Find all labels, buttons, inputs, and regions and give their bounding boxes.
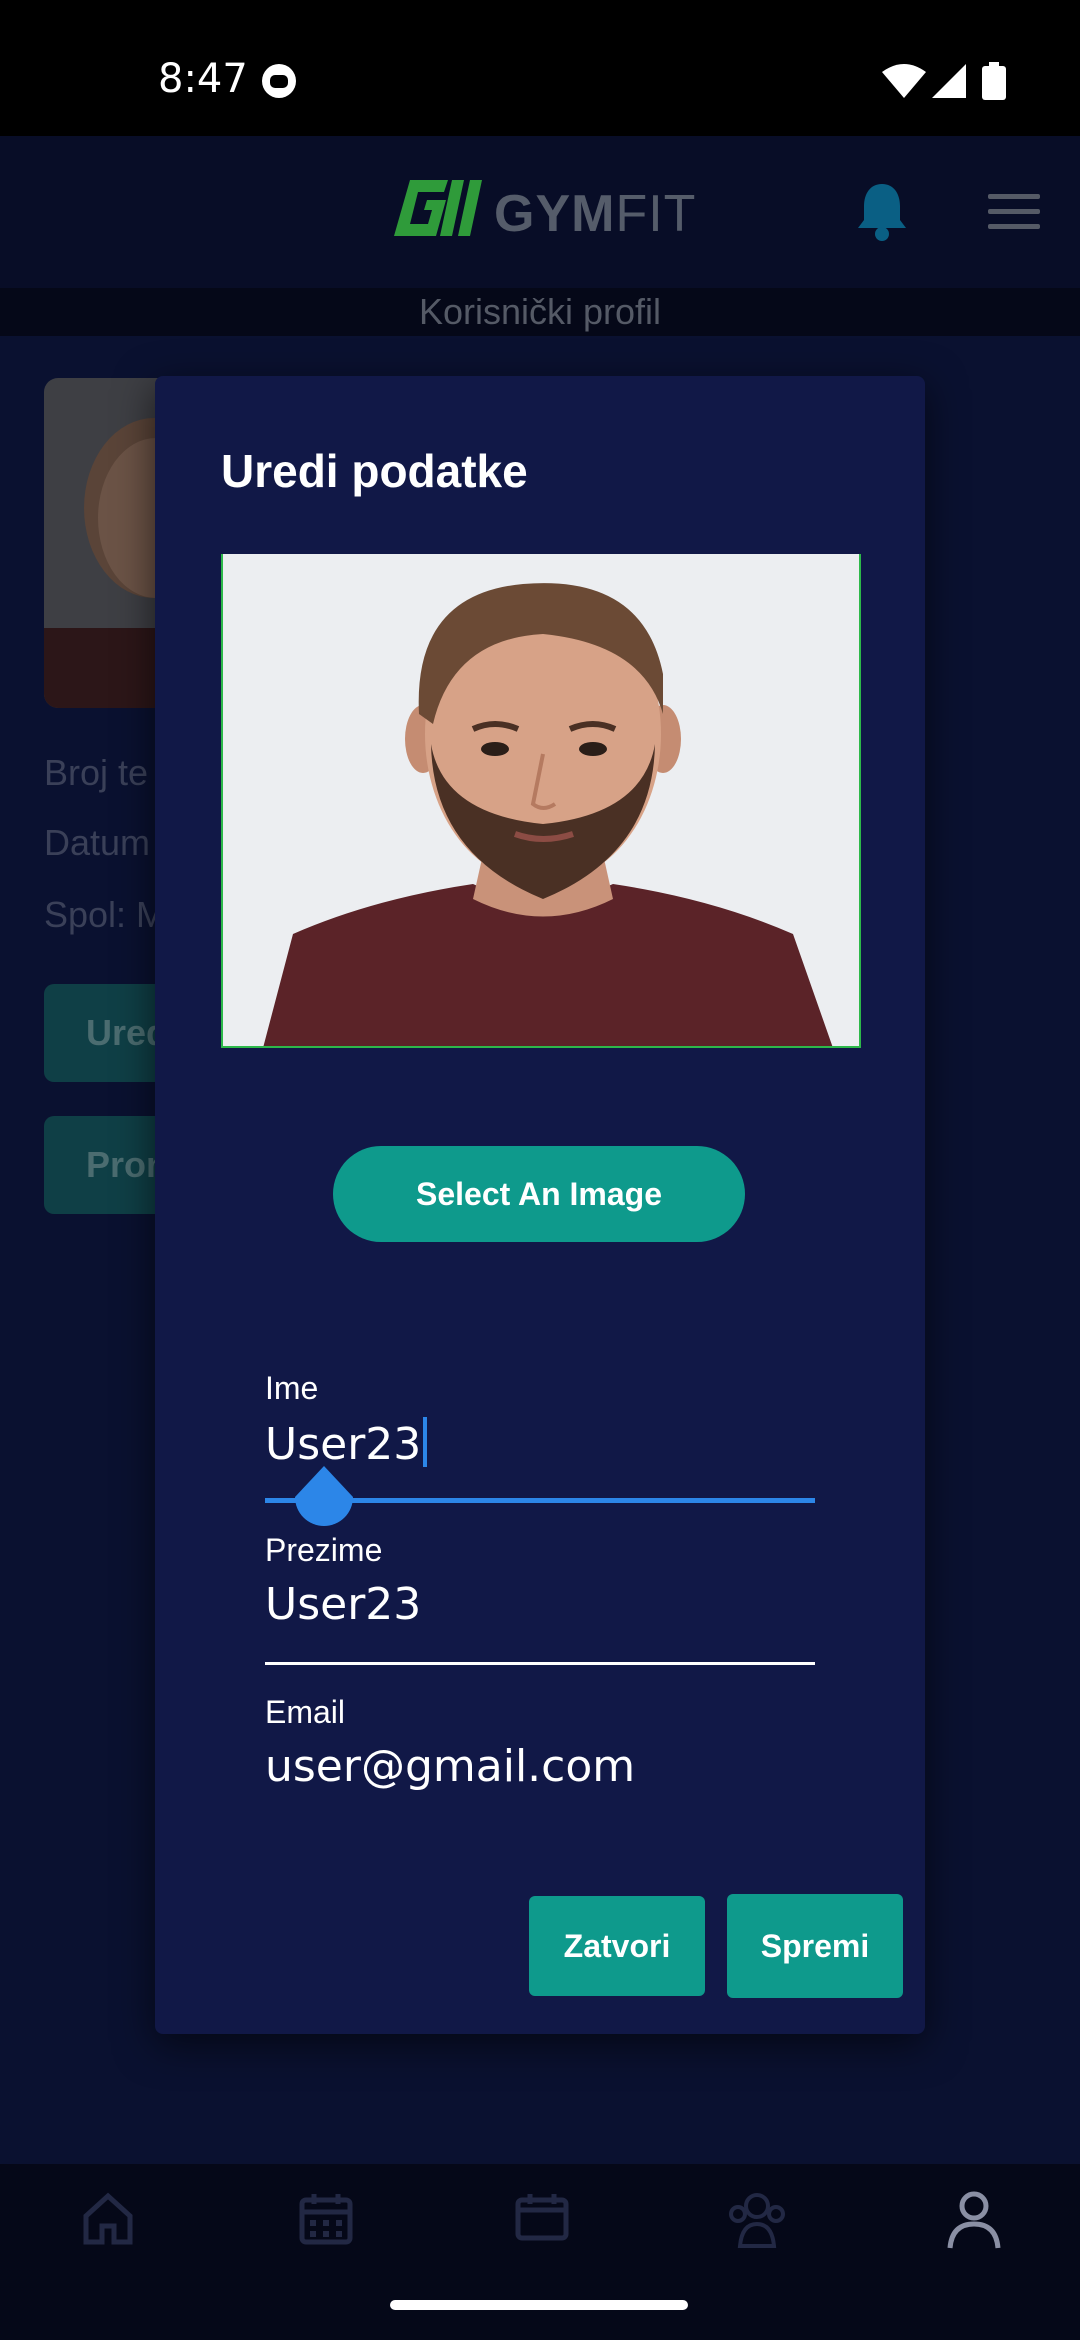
notification-bell-icon[interactable] [856,182,908,242]
hamburger-menu-icon[interactable] [988,194,1040,230]
home-indicator[interactable] [390,2300,688,2310]
page-subtitle: Korisnički profil [0,288,1080,336]
last-name-underline [265,1662,815,1665]
calendar-check-icon[interactable] [514,2190,570,2246]
home-icon[interactable] [80,2190,136,2246]
last-name-input[interactable]: User23 [265,1579,815,1630]
wifi-icon [882,64,926,98]
first-name-value: User23 [265,1419,422,1470]
profile-gender-label: Spol: M [44,894,167,935]
email-field[interactable]: Email user@gmail.com [265,1694,815,1794]
email-label: Email [265,1694,346,1730]
brand-fit: FIT [615,185,697,243]
email-input[interactable]: user@gmail.com [265,1741,815,1792]
gymfit-logo-icon [394,180,482,236]
last-name-label: Prezime [265,1532,383,1568]
group-icon[interactable] [726,2190,788,2250]
first-name-input[interactable]: User23 [265,1417,815,1470]
status-time: 8:47 [158,56,248,102]
app-notification-icon [262,64,296,98]
edit-profile-dialog: Uredi podatke Select An Image Ime User23… [155,376,925,2034]
close-button[interactable]: Zatvori [529,1896,705,1996]
dialog-title: Uredi podatke [221,445,528,497]
text-cursor [423,1417,428,1467]
dialog-profile-photo [221,554,861,1048]
last-name-field[interactable]: Prezime User23 [265,1532,815,1632]
calendar-icon[interactable] [298,2190,354,2246]
battery-icon [982,62,1006,100]
brand-name: GYMFIT [494,184,696,244]
text-selection-handle[interactable] [293,1466,355,1528]
status-bar: 8:47 [0,0,1080,136]
profile-birthdate-label: Datum [44,822,151,863]
select-image-button[interactable]: Select An Image [333,1146,745,1242]
profile-phone-label: Broj te [44,752,149,793]
save-button[interactable]: Spremi [727,1894,903,1998]
first-name-field[interactable]: Ime User23 [265,1370,815,1470]
brand-gym: GYM [494,185,616,243]
profile-icon[interactable] [946,2190,1002,2250]
first-name-label: Ime [265,1370,319,1406]
signal-icon [932,64,966,98]
